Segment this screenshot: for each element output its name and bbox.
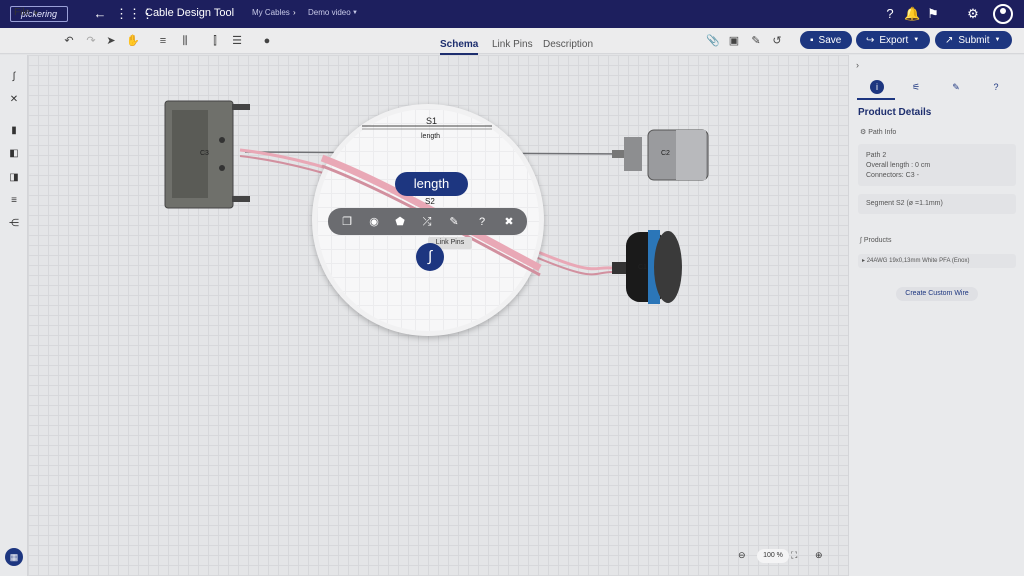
zoom-out-icon[interactable]: ⊖ <box>738 550 746 561</box>
overall-length-line: Overall length : 0 cm <box>866 162 931 169</box>
segment-s1-label[interactable]: S1 <box>426 116 437 126</box>
zoom-in-icon[interactable]: ⊕ <box>815 550 823 561</box>
tab-settings-sliders-icon[interactable]: ⚟ <box>909 80 923 94</box>
target-circle-icon[interactable]: ◉ <box>367 215 381 229</box>
path-info-label: Path Info <box>868 129 897 136</box>
help-box-icon[interactable]: ? <box>475 215 489 229</box>
panel-title: Product Details <box>858 107 932 118</box>
tab-edit-icon[interactable]: ✎ <box>949 80 963 94</box>
fit-screen-icon[interactable]: ⛶ <box>791 550 797 561</box>
segment-line: Segment S2 (ø =1.1mm) <box>866 200 943 207</box>
tab-info-icon[interactable]: i <box>870 80 884 94</box>
segment-s1-sub: length <box>421 133 441 140</box>
length-pill[interactable]: length <box>395 172 468 196</box>
products-wire-icon: ∫ <box>860 237 862 244</box>
delete-x-icon[interactable]: ✖ <box>502 215 516 229</box>
create-custom-wire-button[interactable]: Create Custom Wire <box>896 287 978 301</box>
tab-help-icon[interactable]: ? <box>989 80 1003 94</box>
path-line: Path 2 <box>866 152 887 159</box>
path-info-icon: ⚙ <box>860 129 867 136</box>
label-tag-icon[interactable]: ⬟ <box>393 215 407 229</box>
zoom-level: 100 % <box>757 549 789 563</box>
add-wire-fab-icon[interactable]: ∫ <box>416 243 444 271</box>
active-tab-underline <box>857 98 895 100</box>
product-item-label: 24AWG 19x0,13mm White PFA (Enox) <box>866 258 970 264</box>
products-label: Products <box>863 237 892 244</box>
segment-s2-label[interactable]: S2 <box>425 197 435 206</box>
edit-pencil-icon[interactable]: ✎ <box>447 215 461 229</box>
path-info-header: ⚙ Path Info <box>860 128 896 136</box>
link-pins-shuffle-icon[interactable]: ⤮ <box>420 215 434 229</box>
products-header: ∫ Products <box>860 237 892 244</box>
product-item[interactable]: ▸ 24AWG 19x0,13mm White PFA (Enox) <box>862 257 970 264</box>
connectors-line: Connectors: C3 - <box>866 172 919 179</box>
collapse-panel-chevron-icon[interactable]: › <box>856 60 859 70</box>
product-expand-icon: ▸ <box>862 258 866 264</box>
copy-icon[interactable]: ❐ <box>340 215 354 229</box>
